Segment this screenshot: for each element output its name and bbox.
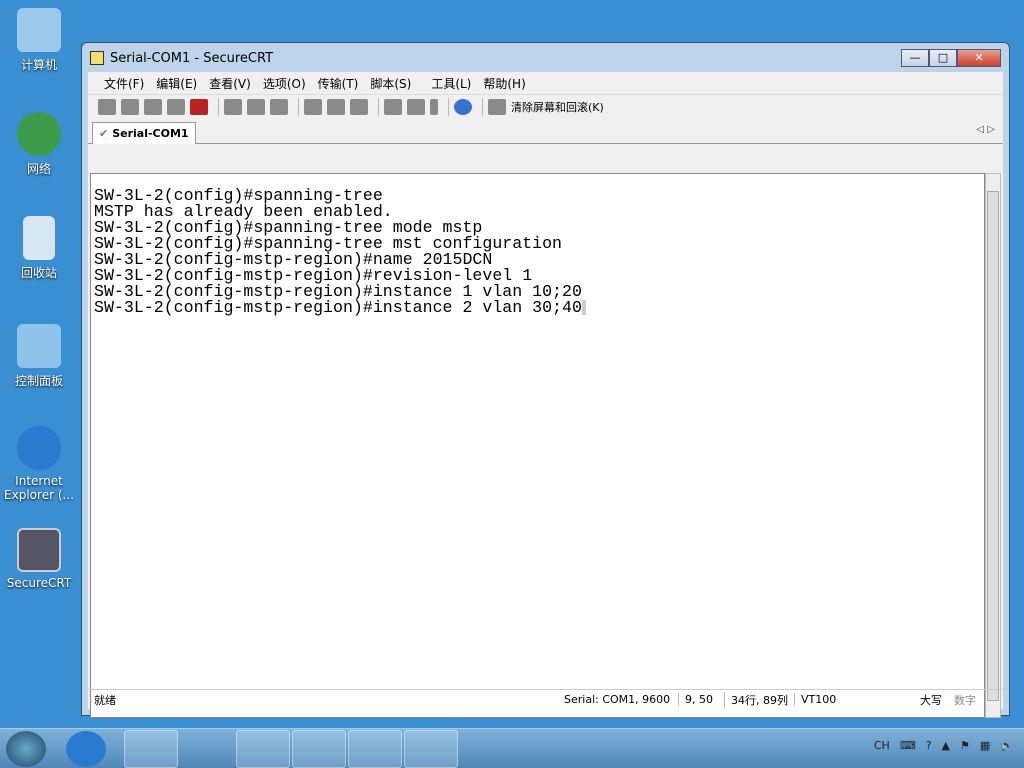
close-button[interactable]: ✕ [957, 49, 1001, 67]
network-icon [17, 112, 61, 156]
tab-bar: ✔ Serial-COM1 ◁ ▷ [88, 118, 1003, 144]
help-tray-icon[interactable]: ? [926, 739, 932, 752]
status-ready: 就绪 [94, 693, 116, 707]
toolbar: 清除屏幕和回滚(K) [88, 94, 1003, 118]
desktop-icon-securecrt[interactable]: SecureCRT [0, 528, 78, 590]
window-title: Serial-COM1 - SecureCRT [110, 50, 274, 66]
find-icon[interactable] [270, 98, 288, 115]
help-icon[interactable] [454, 98, 472, 115]
recycle-bin-icon [23, 216, 55, 260]
status-cursor-pos: 9, 50 [678, 693, 724, 706]
menu-help[interactable]: 帮助(H) [483, 75, 525, 92]
tab-label: Serial-COM1 [112, 127, 189, 140]
taskbar-explorer-icon[interactable] [124, 729, 178, 768]
status-num: 数字 [954, 693, 976, 707]
control-panel-icon [17, 324, 61, 368]
print-selection-icon[interactable] [327, 98, 345, 115]
taskbar-document-icon[interactable] [404, 729, 458, 768]
desktop-icon-recycle-bin[interactable]: 回收站 [0, 216, 78, 281]
taskbar-wps-icon[interactable] [292, 729, 346, 768]
desktop-icon-control-panel[interactable]: 控制面板 [0, 324, 78, 389]
taskbar-securecrt-icon[interactable] [236, 729, 290, 768]
icon-label: SecureCRT [6, 576, 72, 590]
icon-label: Internet Explorer (... [4, 474, 74, 502]
minimize-button[interactable]: — [901, 49, 929, 67]
status-size: 34行, 89列 [724, 691, 794, 708]
terminal-line: SW-3L-2(config-mstp-region)#instance 2 v… [94, 298, 582, 317]
status-bar: 就绪 Serial: COM1, 9600 9, 50 34行, 89列 VT1… [88, 689, 1003, 709]
paste-icon[interactable] [247, 98, 265, 115]
terminal-cursor [581, 300, 586, 316]
session-tab-icon[interactable] [144, 98, 162, 115]
ie-icon [17, 426, 61, 470]
menu-transfer[interactable]: 传输(T) [318, 75, 359, 92]
session-options-icon[interactable] [384, 98, 402, 115]
tab-scroll-right-icon[interactable]: ▷ [987, 124, 995, 135]
language-indicator[interactable]: CH [874, 739, 890, 752]
status-caps: 大写 [920, 693, 942, 707]
show-hidden-icons[interactable]: ▲ [942, 739, 950, 752]
quick-connect-icon[interactable] [121, 98, 139, 115]
desktop-icon-network[interactable]: 网络 [0, 112, 78, 177]
maximize-button[interactable]: □ [929, 49, 957, 67]
menu-tools[interactable]: 工具(L) [431, 75, 471, 92]
tab-scroll-left-icon[interactable]: ◁ [976, 124, 984, 135]
status-serial: Serial: COM1, 9600 [564, 693, 671, 706]
computer-icon [17, 8, 61, 52]
connected-check-icon: ✔ [99, 127, 109, 140]
securecrt-window: Serial-COM1 - SecureCRT — □ ✕ 文件(F) 编辑(E… [81, 42, 1010, 718]
securecrt-icon [17, 528, 61, 572]
title-bar[interactable]: Serial-COM1 - SecureCRT — □ ✕ [82, 43, 1009, 73]
menu-options[interactable]: 选项(O) [263, 75, 306, 92]
print-screen-icon[interactable] [304, 98, 322, 115]
start-button[interactable] [6, 730, 46, 767]
print-icon[interactable] [350, 98, 368, 115]
icon-label: 计算机 [20, 58, 57, 72]
vertical-scrollbar[interactable] [985, 173, 1001, 718]
terminal-output[interactable]: SW-3L-2(config)#spanning-tree MSTP has al… [90, 173, 985, 718]
disconnect-icon[interactable] [190, 98, 208, 115]
menu-script[interactable]: 脚本(S) [370, 75, 411, 92]
menu-view[interactable]: 查看(V) [209, 75, 251, 92]
keyboard-icon[interactable]: ⌨ [900, 739, 916, 752]
desktop-icon-ie[interactable]: Internet Explorer (... [0, 426, 78, 502]
clear-screen-icon[interactable] [488, 98, 506, 115]
clear-screen-button[interactable]: 清除屏幕和回滚(K) [511, 99, 604, 115]
copy-icon[interactable] [224, 98, 242, 115]
action-center-icon[interactable]: ⚑ [960, 739, 970, 752]
menu-edit[interactable]: 编辑(E) [156, 75, 197, 92]
connect-icon[interactable] [98, 98, 116, 115]
app-icon [90, 51, 104, 65]
sftp-icon[interactable] [407, 98, 425, 115]
icon-label: 控制面板 [14, 374, 63, 388]
menu-file[interactable]: 文件(F) [104, 75, 144, 92]
scrollbar-thumb[interactable] [987, 191, 999, 701]
status-emulation: VT100 [794, 693, 914, 706]
taskbar-media-player-icon[interactable] [180, 730, 234, 768]
tab-serial-com1[interactable]: ✔ Serial-COM1 [92, 122, 196, 144]
icon-label: 回收站 [20, 266, 57, 280]
volume-icon[interactable]: 🔈 [1000, 739, 1014, 752]
key-icon[interactable] [430, 98, 438, 115]
menu-bar: 文件(F) 编辑(E) 查看(V) 选项(O) 传输(T) 脚本(S) 工具(L… [88, 72, 1003, 94]
taskbar-photo-icon[interactable] [348, 729, 402, 768]
system-tray: CH ⌨ ? ▲ ⚑ ▦ 🔈 [874, 739, 1014, 752]
network-tray-icon[interactable]: ▦ [980, 739, 990, 752]
taskbar: CH ⌨ ? ▲ ⚑ ▦ 🔈 [0, 728, 1024, 768]
taskbar-ie-icon[interactable] [66, 730, 106, 767]
icon-label: 网络 [26, 162, 51, 176]
desktop-icon-computer[interactable]: 计算机 [0, 8, 78, 73]
reconnect-icon[interactable] [167, 98, 185, 115]
